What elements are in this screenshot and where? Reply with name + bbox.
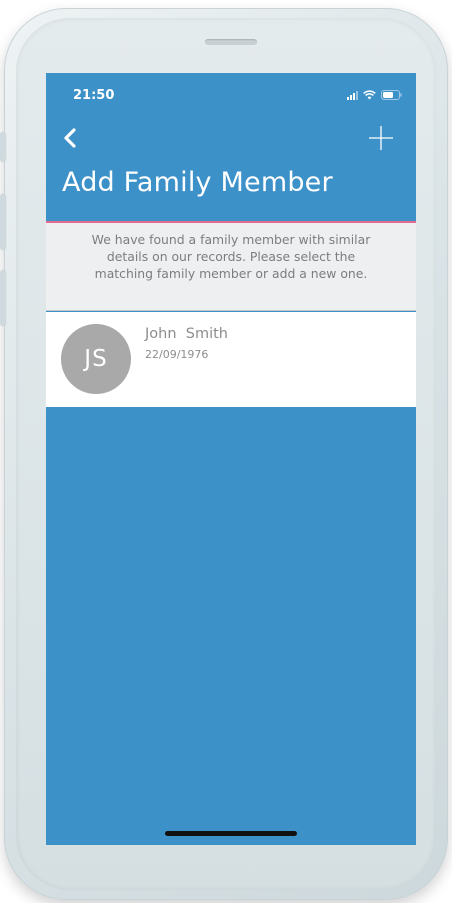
- side-button-volume-up: [0, 194, 6, 250]
- match-notice-text: We have found a family member with simil…: [91, 232, 371, 281]
- family-member-row[interactable]: JS John Smith 22/09/1976: [46, 312, 416, 407]
- speaker-grille: [205, 39, 257, 45]
- chevron-left-icon: [64, 128, 76, 148]
- plus-icon: [369, 126, 393, 150]
- app-screen: 21:50 Add Family Member We have found a …: [46, 73, 416, 845]
- side-button-volume-down: [0, 270, 6, 326]
- status-icons: [347, 89, 402, 101]
- add-member-button[interactable]: [366, 123, 396, 153]
- match-notice: We have found a family member with simil…: [46, 223, 416, 311]
- member-name: John Smith: [145, 326, 228, 342]
- signal-icon: [347, 90, 358, 100]
- wifi-icon: [363, 90, 376, 100]
- battery-icon: [381, 90, 402, 100]
- navigation-header: Add Family Member: [46, 117, 416, 221]
- member-date-of-birth: 22/09/1976: [145, 348, 209, 361]
- side-button-silent: [0, 132, 6, 162]
- avatar: JS: [61, 324, 131, 394]
- back-button[interactable]: [58, 123, 84, 153]
- status-time: 21:50: [73, 88, 115, 103]
- status-bar: 21:50: [46, 73, 416, 117]
- home-indicator[interactable]: [165, 831, 297, 836]
- page-title: Add Family Member: [62, 167, 333, 198]
